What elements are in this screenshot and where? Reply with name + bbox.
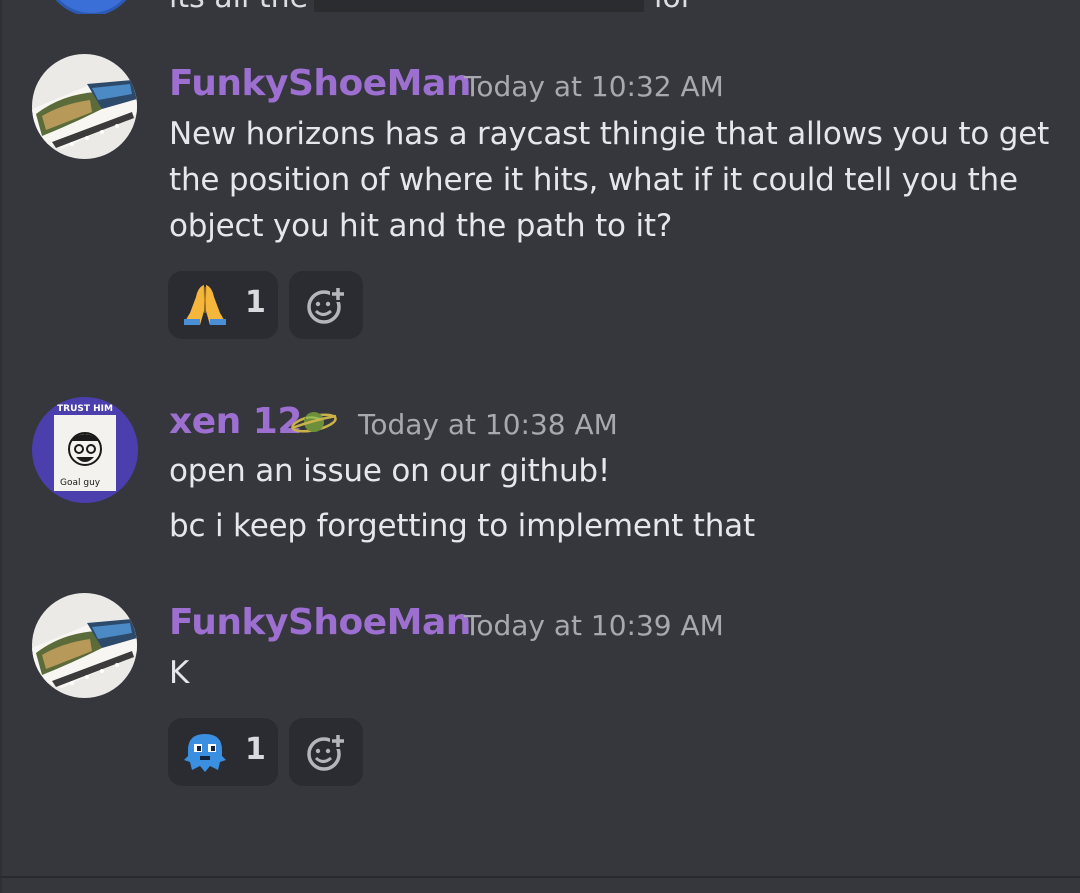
- previous-message: its all the lol: [0, 0, 1080, 14]
- timestamp: Today at 10:39 AM: [464, 609, 724, 642]
- reaction-folded-hands[interactable]: 1: [168, 271, 278, 339]
- previous-message-text-end: lol: [654, 0, 689, 14]
- avatar[interactable]: [32, 54, 137, 159]
- chat-screen: its all the lol FunkyShoeMan Today at 10…: [0, 0, 1080, 893]
- add-reaction-icon: [307, 288, 346, 324]
- channel-border: [0, 0, 2, 893]
- message-text-line: New horizons has a raycast thingie that …: [169, 116, 1050, 152]
- message-text-line: object you hit and the path to it?: [169, 208, 673, 244]
- timestamp: Today at 10:38 AM: [358, 408, 618, 441]
- redacted-text: [314, 0, 644, 12]
- avatar-caption: TRUST HIM: [57, 404, 113, 414]
- previous-avatar[interactable]: [44, 0, 138, 14]
- add-reaction-button[interactable]: [289, 271, 363, 339]
- message-text-line: open an issue on our github!: [169, 453, 611, 489]
- message-text-line: the position of where it hits, what if i…: [169, 162, 1018, 198]
- previous-message-text-start: its all the: [169, 0, 308, 14]
- avatar[interactable]: TRUST HIM Goal guy: [32, 397, 138, 503]
- username[interactable]: xen 12: [169, 401, 302, 442]
- add-reaction-icon: [307, 735, 346, 771]
- reaction-count: 1: [245, 732, 266, 767]
- timestamp: Today at 10:32 AM: [464, 70, 724, 103]
- planet-emoji: [291, 412, 337, 433]
- message-text-line: bc i keep forgetting to implement that: [169, 508, 755, 544]
- folded-hands-emoji: [184, 285, 226, 325]
- username[interactable]: FunkyShoeMan: [169, 63, 471, 104]
- add-reaction-button[interactable]: [289, 718, 363, 786]
- reaction-count: 1: [245, 285, 266, 320]
- composer-divider: [0, 876, 1080, 878]
- avatar[interactable]: [32, 593, 137, 698]
- message-text-line: K: [169, 655, 190, 691]
- username[interactable]: FunkyShoeMan: [169, 602, 471, 643]
- avatar-note: Goal guy: [60, 478, 101, 488]
- blue-ghost-emoji: [184, 734, 226, 772]
- reaction-blue-ghost[interactable]: 1: [168, 718, 278, 786]
